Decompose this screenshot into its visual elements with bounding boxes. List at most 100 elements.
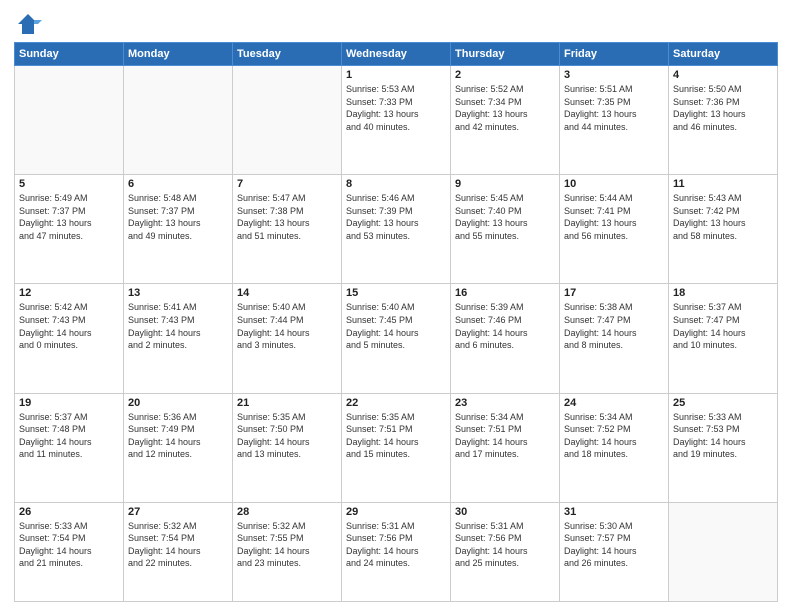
calendar-day-cell: 15 Sunrise: 5:40 AM Sunset: 7:45 PM Dayli… (342, 284, 451, 393)
calendar-day-cell: 10Sunrise: 5:44 AM Sunset: 7:41 PM Dayli… (560, 175, 669, 284)
calendar-day-cell (233, 66, 342, 175)
day-info: Sunrise: 5:48 AM Sunset: 7:37 PM Dayligh… (128, 192, 228, 242)
calendar-day-cell (15, 66, 124, 175)
day-number: 28 (237, 506, 337, 518)
logo (14, 10, 46, 38)
calendar-day-cell (124, 66, 233, 175)
day-number: 14 (237, 287, 337, 299)
day-number: 2 (455, 69, 555, 81)
calendar-day-cell (669, 502, 778, 601)
day-number: 11 (673, 178, 773, 190)
day-info: Sunrise: 5:51 AM Sunset: 7:35 PM Dayligh… (564, 83, 664, 133)
day-number: 27 (128, 506, 228, 518)
day-number: 21 (237, 397, 337, 409)
calendar-day-cell: 3 Sunrise: 5:51 AM Sunset: 7:35 PM Daylig… (560, 66, 669, 175)
calendar-day-cell: 22 Sunrise: 5:35 AM Sunset: 7:51 PM Dayli… (342, 393, 451, 502)
calendar-day-header: Saturday (669, 43, 778, 66)
day-info: Sunrise: 5:49 AM Sunset: 7:37 PM Dayligh… (19, 192, 119, 242)
calendar-day-header: Sunday (15, 43, 124, 66)
day-number: 9 (455, 178, 555, 190)
day-number: 5 (19, 178, 119, 190)
day-info: Sunrise: 5:47 AM Sunset: 7:38 PM Dayligh… (237, 192, 337, 242)
day-number: 3 (564, 69, 664, 81)
calendar-day-header: Wednesday (342, 43, 451, 66)
calendar-day-cell: 31Sunrise: 5:30 AM Sunset: 7:57 PM Dayli… (560, 502, 669, 601)
calendar-day-cell: 8Sunrise: 5:46 AM Sunset: 7:39 PM Daylig… (342, 175, 451, 284)
calendar-day-cell: 20 Sunrise: 5:36 AM Sunset: 7:49 PM Dayli… (124, 393, 233, 502)
calendar-day-cell: 27 Sunrise: 5:32 AM Sunset: 7:54 PM Dayli… (124, 502, 233, 601)
day-info: Sunrise: 5:31 AM Sunset: 7:56 PM Dayligh… (455, 520, 555, 570)
calendar-day-cell: 9 Sunrise: 5:45 AM Sunset: 7:40 PM Daylig… (451, 175, 560, 284)
day-number: 7 (237, 178, 337, 190)
day-info: Sunrise: 5:52 AM Sunset: 7:34 PM Dayligh… (455, 83, 555, 133)
day-info: Sunrise: 5:32 AM Sunset: 7:54 PM Dayligh… (128, 520, 228, 570)
day-number: 23 (455, 397, 555, 409)
day-info: Sunrise: 5:40 AM Sunset: 7:44 PM Dayligh… (237, 301, 337, 351)
page: SundayMondayTuesdayWednesdayThursdayFrid… (0, 0, 792, 612)
day-number: 13 (128, 287, 228, 299)
calendar-day-cell: 1 Sunrise: 5:53 AM Sunset: 7:33 PM Daylig… (342, 66, 451, 175)
day-info: Sunrise: 5:40 AM Sunset: 7:45 PM Dayligh… (346, 301, 446, 351)
day-number: 18 (673, 287, 773, 299)
day-number: 6 (128, 178, 228, 190)
calendar-day-cell: 30 Sunrise: 5:31 AM Sunset: 7:56 PM Dayli… (451, 502, 560, 601)
calendar-day-cell: 13 Sunrise: 5:41 AM Sunset: 7:43 PM Dayli… (124, 284, 233, 393)
day-info: Sunrise: 5:50 AM Sunset: 7:36 PM Dayligh… (673, 83, 773, 133)
calendar-day-cell: 26 Sunrise: 5:33 AM Sunset: 7:54 PM Dayli… (15, 502, 124, 601)
day-info: Sunrise: 5:31 AM Sunset: 7:56 PM Dayligh… (346, 520, 446, 570)
calendar-table: SundayMondayTuesdayWednesdayThursdayFrid… (14, 42, 778, 602)
day-number: 20 (128, 397, 228, 409)
day-number: 30 (455, 506, 555, 518)
calendar-day-cell: 19Sunrise: 5:37 AM Sunset: 7:48 PM Dayli… (15, 393, 124, 502)
calendar-header-row: SundayMondayTuesdayWednesdayThursdayFrid… (15, 43, 778, 66)
calendar-day-cell: 29 Sunrise: 5:31 AM Sunset: 7:56 PM Dayli… (342, 502, 451, 601)
day-info: Sunrise: 5:41 AM Sunset: 7:43 PM Dayligh… (128, 301, 228, 351)
day-info: Sunrise: 5:53 AM Sunset: 7:33 PM Dayligh… (346, 83, 446, 133)
day-info: Sunrise: 5:37 AM Sunset: 7:48 PM Dayligh… (19, 411, 119, 461)
day-number: 17 (564, 287, 664, 299)
day-info: Sunrise: 5:42 AM Sunset: 7:43 PM Dayligh… (19, 301, 119, 351)
day-info: Sunrise: 5:44 AM Sunset: 7:41 PM Dayligh… (564, 192, 664, 242)
calendar-day-cell: 21 Sunrise: 5:35 AM Sunset: 7:50 PM Dayli… (233, 393, 342, 502)
day-number: 1 (346, 69, 446, 81)
calendar-week-row: 19Sunrise: 5:37 AM Sunset: 7:48 PM Dayli… (15, 393, 778, 502)
day-info: Sunrise: 5:34 AM Sunset: 7:52 PM Dayligh… (564, 411, 664, 461)
day-info: Sunrise: 5:34 AM Sunset: 7:51 PM Dayligh… (455, 411, 555, 461)
calendar-day-cell: 6 Sunrise: 5:48 AM Sunset: 7:37 PM Daylig… (124, 175, 233, 284)
day-number: 29 (346, 506, 446, 518)
calendar-day-cell: 28Sunrise: 5:32 AM Sunset: 7:55 PM Dayli… (233, 502, 342, 601)
calendar-week-row: 1 Sunrise: 5:53 AM Sunset: 7:33 PM Daylig… (15, 66, 778, 175)
day-number: 12 (19, 287, 119, 299)
day-info: Sunrise: 5:35 AM Sunset: 7:51 PM Dayligh… (346, 411, 446, 461)
day-info: Sunrise: 5:38 AM Sunset: 7:47 PM Dayligh… (564, 301, 664, 351)
calendar-day-cell: 14 Sunrise: 5:40 AM Sunset: 7:44 PM Dayli… (233, 284, 342, 393)
day-info: Sunrise: 5:37 AM Sunset: 7:47 PM Dayligh… (673, 301, 773, 351)
day-info: Sunrise: 5:45 AM Sunset: 7:40 PM Dayligh… (455, 192, 555, 242)
day-info: Sunrise: 5:33 AM Sunset: 7:54 PM Dayligh… (19, 520, 119, 570)
day-number: 31 (564, 506, 664, 518)
day-number: 22 (346, 397, 446, 409)
calendar-day-header: Tuesday (233, 43, 342, 66)
calendar-day-cell: 18 Sunrise: 5:37 AM Sunset: 7:47 PM Dayli… (669, 284, 778, 393)
calendar-day-cell: 7 Sunrise: 5:47 AM Sunset: 7:38 PM Daylig… (233, 175, 342, 284)
calendar-week-row: 26 Sunrise: 5:33 AM Sunset: 7:54 PM Dayli… (15, 502, 778, 601)
day-number: 15 (346, 287, 446, 299)
calendar-day-cell: 23 Sunrise: 5:34 AM Sunset: 7:51 PM Dayli… (451, 393, 560, 502)
calendar-day-cell: 12 Sunrise: 5:42 AM Sunset: 7:43 PM Dayli… (15, 284, 124, 393)
day-number: 8 (346, 178, 446, 190)
day-info: Sunrise: 5:43 AM Sunset: 7:42 PM Dayligh… (673, 192, 773, 242)
day-number: 25 (673, 397, 773, 409)
day-info: Sunrise: 5:35 AM Sunset: 7:50 PM Dayligh… (237, 411, 337, 461)
calendar-week-row: 5 Sunrise: 5:49 AM Sunset: 7:37 PM Daylig… (15, 175, 778, 284)
calendar-day-cell: 25 Sunrise: 5:33 AM Sunset: 7:53 PM Dayli… (669, 393, 778, 502)
calendar-day-cell: 24 Sunrise: 5:34 AM Sunset: 7:52 PM Dayli… (560, 393, 669, 502)
calendar-day-cell: 17 Sunrise: 5:38 AM Sunset: 7:47 PM Dayli… (560, 284, 669, 393)
calendar-day-header: Thursday (451, 43, 560, 66)
day-number: 4 (673, 69, 773, 81)
calendar-day-cell: 11 Sunrise: 5:43 AM Sunset: 7:42 PM Dayli… (669, 175, 778, 284)
day-number: 24 (564, 397, 664, 409)
calendar-day-cell: 4 Sunrise: 5:50 AM Sunset: 7:36 PM Daylig… (669, 66, 778, 175)
day-number: 26 (19, 506, 119, 518)
day-info: Sunrise: 5:33 AM Sunset: 7:53 PM Dayligh… (673, 411, 773, 461)
day-info: Sunrise: 5:36 AM Sunset: 7:49 PM Dayligh… (128, 411, 228, 461)
